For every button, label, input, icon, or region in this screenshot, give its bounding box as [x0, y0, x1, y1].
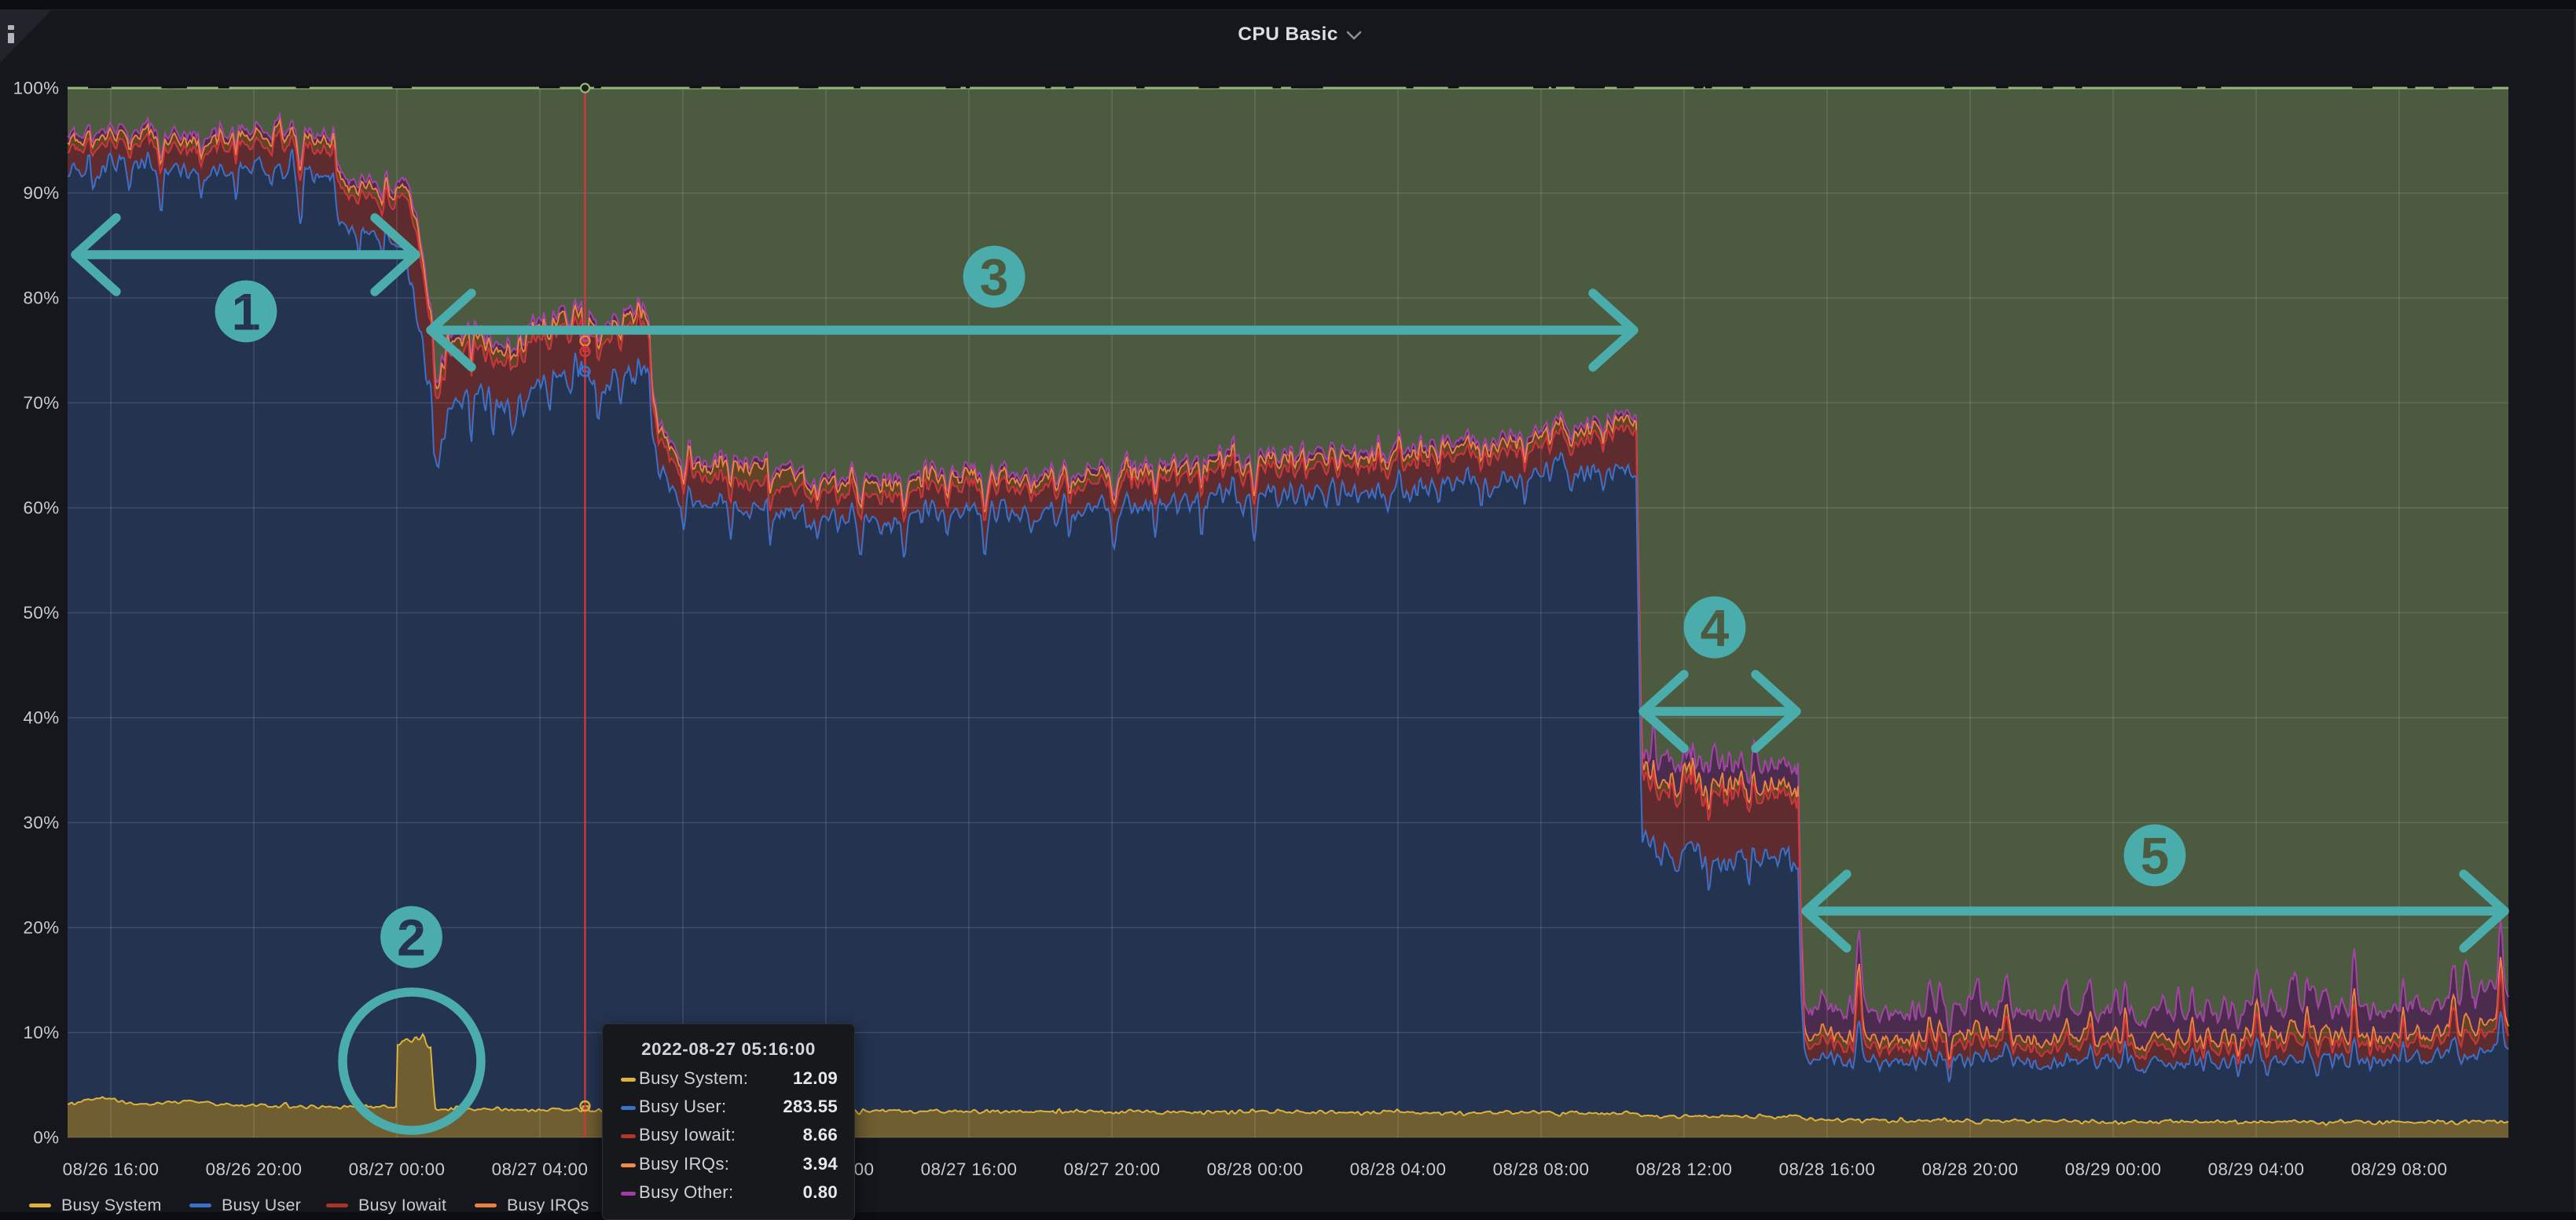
svg-text:30%: 30%	[23, 813, 59, 832]
svg-text:08/28 20:00: 08/28 20:00	[1922, 1159, 2019, 1179]
svg-text:08/29 08:00: 08/29 08:00	[2351, 1159, 2448, 1179]
svg-text:80%: 80%	[23, 288, 59, 308]
svg-text:0%: 0%	[33, 1128, 59, 1148]
svg-text:08/27 04:00: 08/27 04:00	[492, 1159, 589, 1179]
svg-text:08/27 16:00: 08/27 16:00	[921, 1159, 1018, 1179]
svg-text:08/26 16:00: 08/26 16:00	[63, 1159, 160, 1179]
svg-text:08/26 20:00: 08/26 20:00	[206, 1159, 303, 1179]
svg-text:10%: 10%	[23, 1023, 59, 1042]
svg-text:90%: 90%	[23, 183, 59, 203]
svg-text:08/28 08:00: 08/28 08:00	[1493, 1159, 1590, 1179]
svg-text:60%: 60%	[23, 498, 59, 518]
svg-text:40%: 40%	[23, 708, 59, 728]
svg-text:08/27 00:00: 08/27 00:00	[349, 1159, 446, 1179]
svg-text:100%: 100%	[13, 79, 60, 98]
svg-text:70%: 70%	[23, 393, 59, 413]
svg-text:20%: 20%	[23, 918, 59, 938]
svg-text:08/28 00:00: 08/28 00:00	[1207, 1159, 1304, 1179]
svg-text:08/28 04:00: 08/28 04:00	[1350, 1159, 1447, 1179]
svg-text:08/29 00:00: 08/29 00:00	[2065, 1159, 2162, 1179]
svg-text:50%: 50%	[23, 603, 59, 623]
svg-text:08/28 12:00: 08/28 12:00	[1636, 1159, 1733, 1179]
svg-text:08/28 16:00: 08/28 16:00	[1779, 1159, 1876, 1179]
svg-text:08/29 04:00: 08/29 04:00	[2208, 1159, 2305, 1179]
svg-text:08/27 20:00: 08/27 20:00	[1064, 1159, 1161, 1179]
